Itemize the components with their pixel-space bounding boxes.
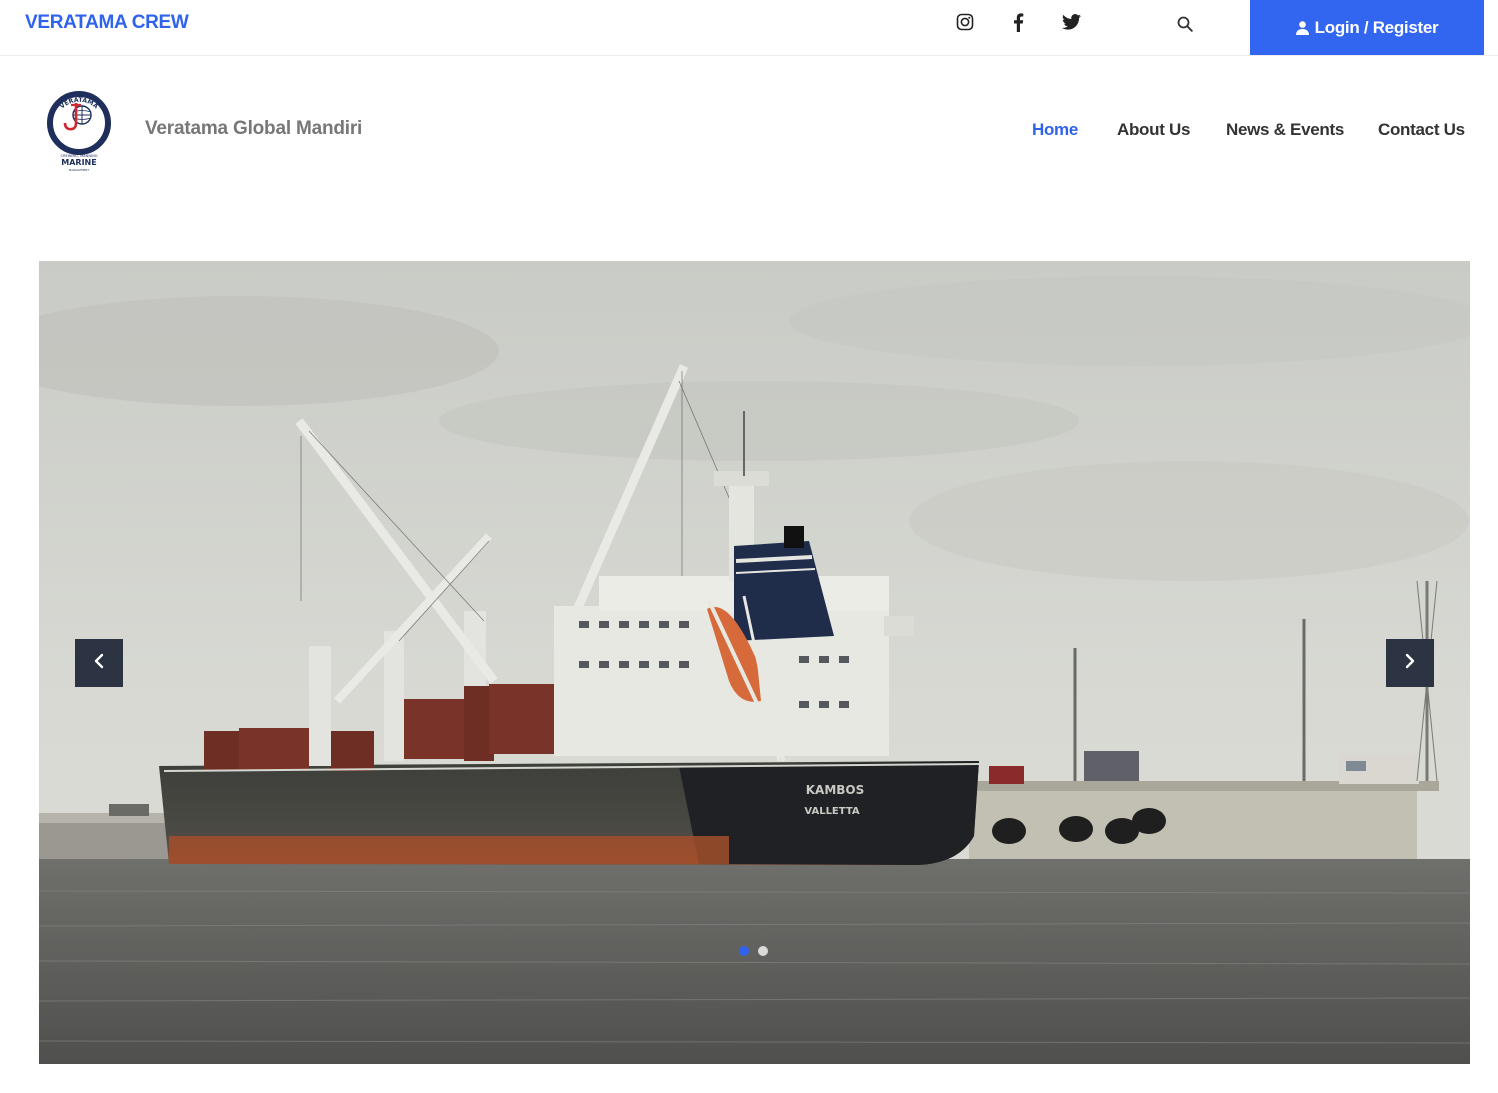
slider-next-button[interactable]: [1386, 639, 1434, 687]
user-icon: [1295, 20, 1309, 35]
search-icon[interactable]: [1174, 13, 1196, 35]
chevron-left-icon: [93, 653, 105, 674]
logo-line3: MANAGEMENT: [69, 168, 89, 172]
instagram-icon[interactable]: [954, 11, 976, 33]
facebook-icon[interactable]: [1007, 11, 1029, 33]
site-name: Veratama Global Mandiri: [145, 118, 363, 139]
logo-line2: MARINE: [61, 158, 96, 167]
hero-slider[interactable]: KAMBOS VALLETTA: [39, 261, 1470, 1064]
ship-port-text: VALLETTA: [804, 806, 859, 817]
slider-dot-2[interactable]: [758, 946, 768, 956]
slider-pagination: [739, 946, 768, 956]
login-register-button[interactable]: Login / Register: [1250, 0, 1484, 55]
twitter-icon[interactable]: [1060, 11, 1082, 33]
login-register-label: Login / Register: [1314, 17, 1439, 37]
nav-home[interactable]: Home: [1032, 120, 1078, 140]
nav-news-events[interactable]: News & Events: [1226, 120, 1344, 140]
slider-dot-1[interactable]: [739, 946, 749, 956]
nav-about-us[interactable]: About Us: [1117, 120, 1190, 140]
company-logo[interactable]: VERATAMA GLOBAL MANDIRI CREWING, MANNING…: [46, 85, 112, 175]
ship-name-text: KAMBOS: [806, 783, 865, 797]
chevron-right-icon: [1404, 653, 1416, 674]
nav-contact-us[interactable]: Contact Us: [1378, 120, 1465, 140]
brand-link[interactable]: VERATAMA CREW: [25, 12, 189, 34]
hero-ship-image: KAMBOS VALLETTA: [39, 261, 1470, 1064]
top-bar: VERATAMA CREW Login / Register: [0, 0, 1498, 56]
slider-prev-button[interactable]: [75, 639, 123, 687]
